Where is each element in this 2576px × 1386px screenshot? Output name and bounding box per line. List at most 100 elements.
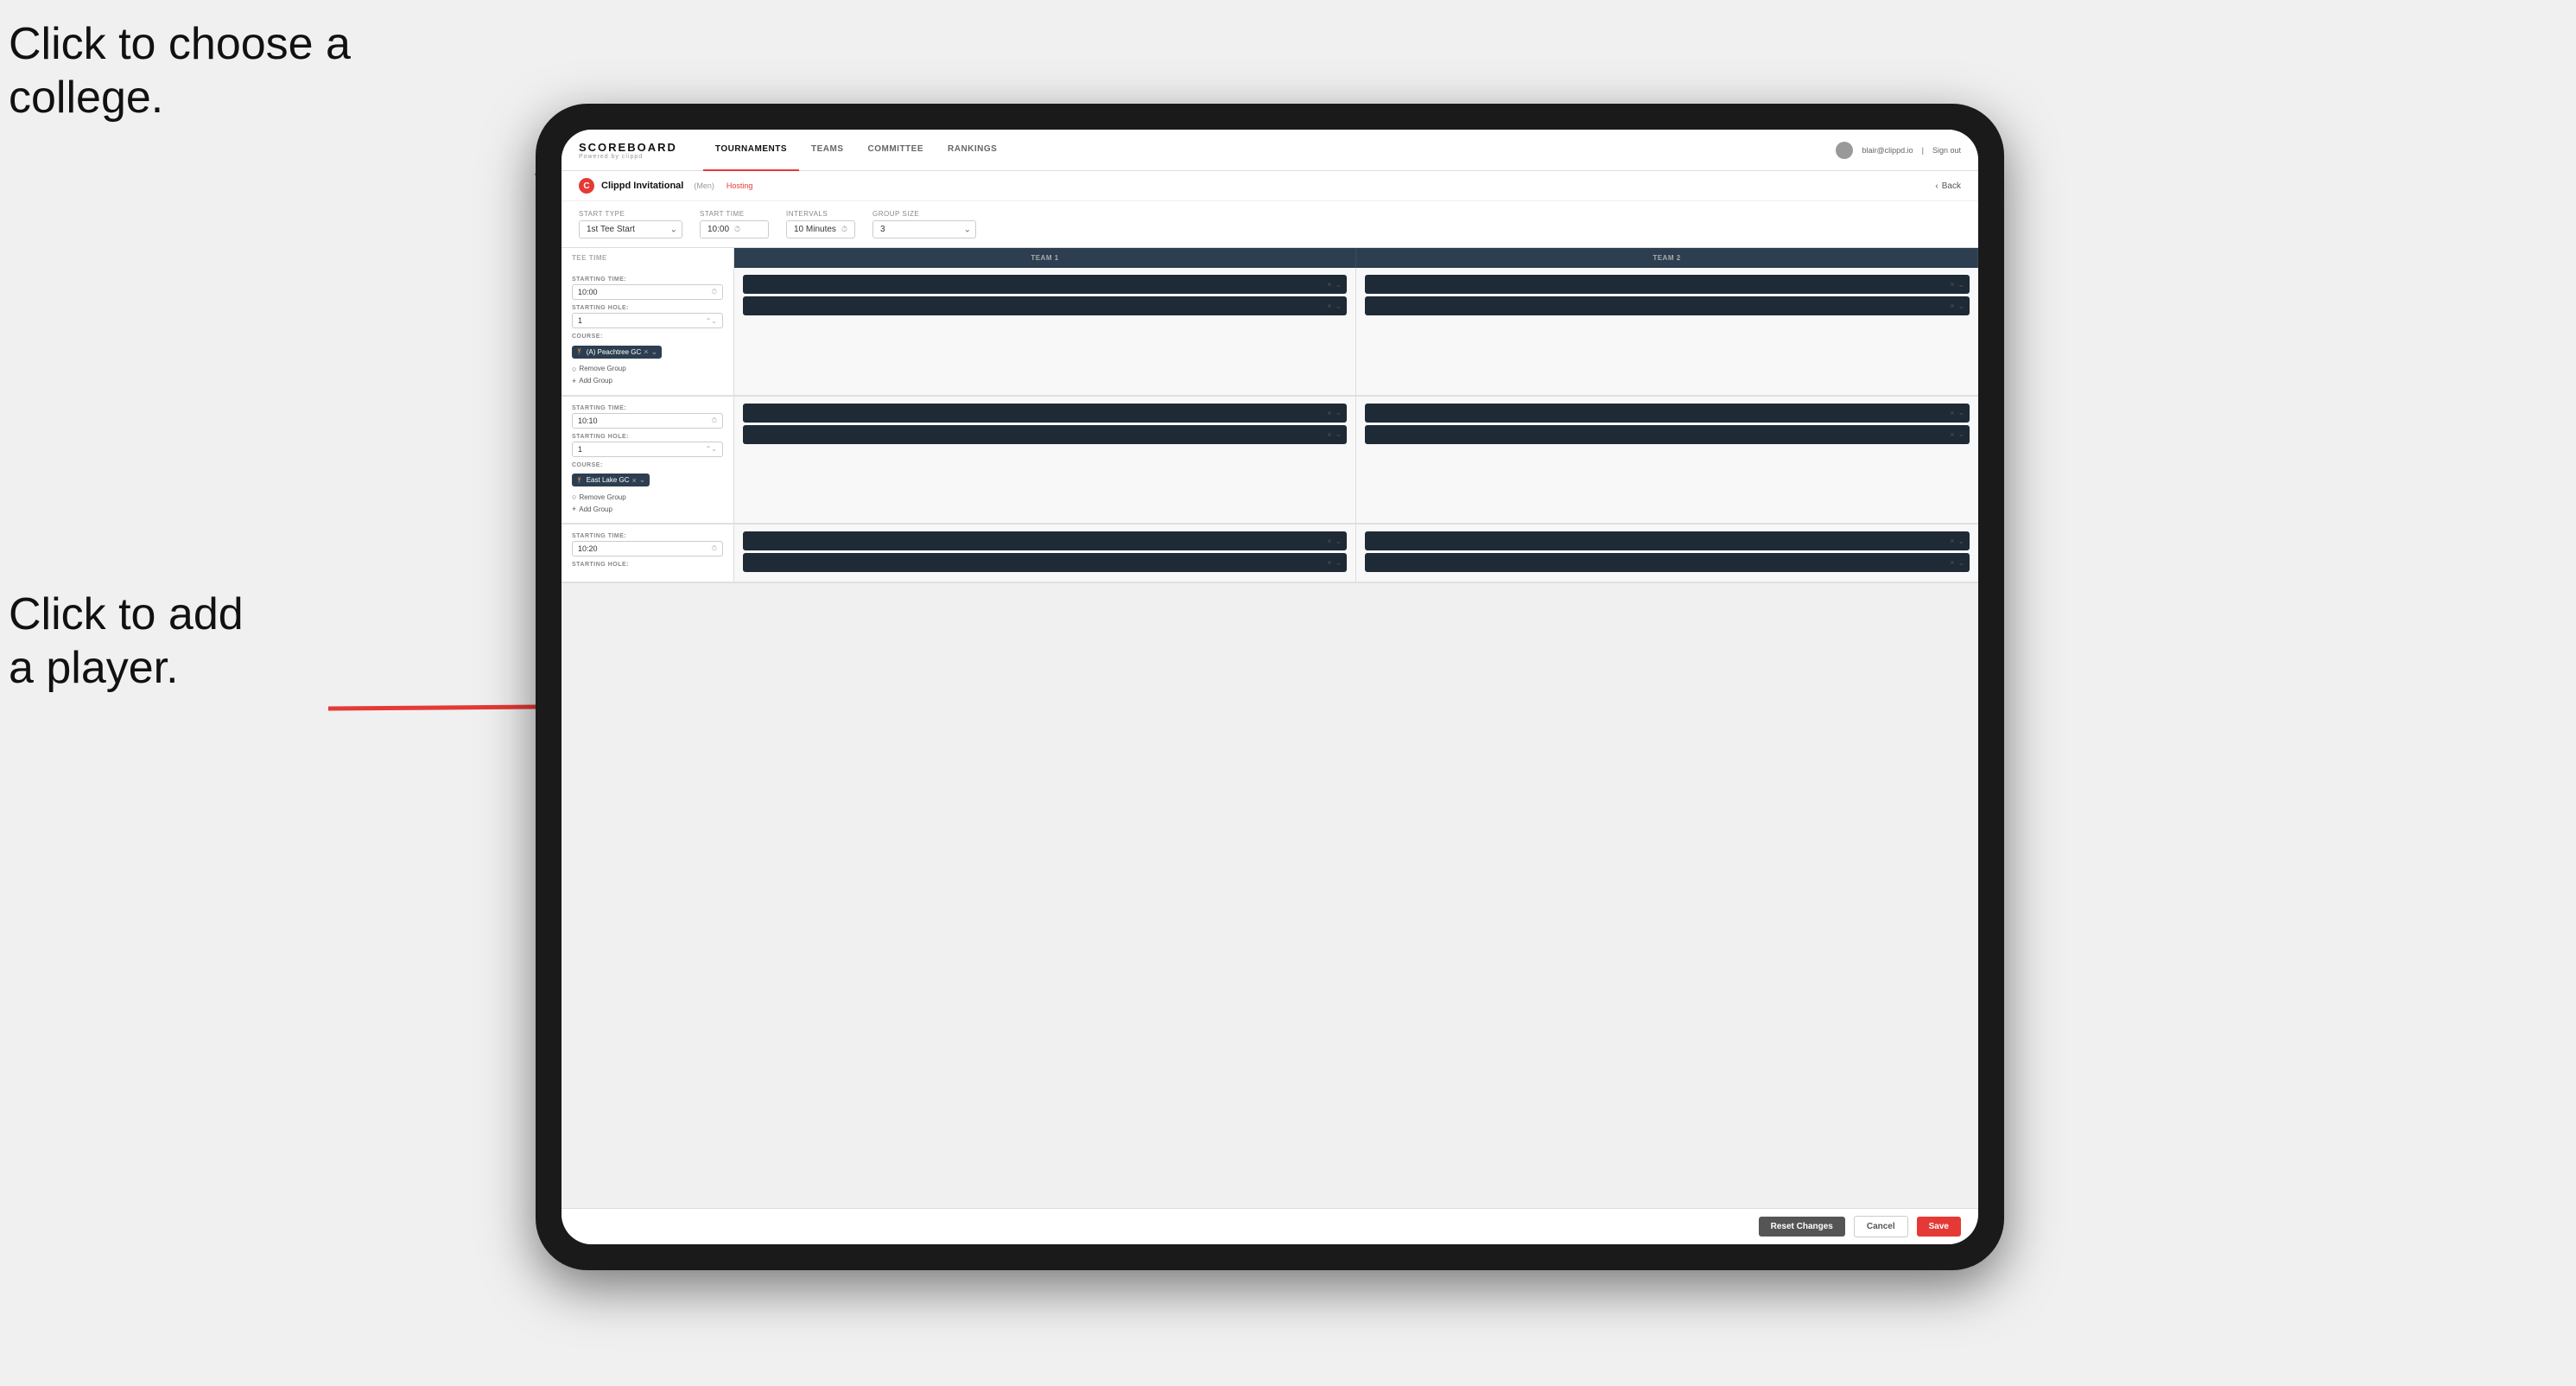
- slot-x-icon[interactable]: ×: [1950, 558, 1954, 567]
- user-email: blair@clippd.io: [1862, 146, 1913, 155]
- course-remove-0[interactable]: ×: [644, 347, 648, 356]
- starting-hole-value-1[interactable]: 1 ⌃⌄: [572, 442, 723, 457]
- slot-x-icon[interactable]: ×: [1950, 409, 1954, 417]
- starting-time-label-2: STARTING TIME:: [572, 533, 723, 539]
- slot-chevron-icon[interactable]: ⌄: [1957, 537, 1964, 546]
- slot-x-icon[interactable]: ×: [1327, 537, 1331, 545]
- col-header-team1: Team 1: [734, 248, 1356, 268]
- reset-changes-button[interactable]: Reset Changes: [1759, 1217, 1845, 1237]
- starting-time-value-1[interactable]: 10:10 ⏱: [572, 413, 723, 429]
- start-time-label: Start Time: [700, 210, 769, 218]
- slot-x-icon[interactable]: ×: [1950, 280, 1954, 289]
- intervals-value: 10 Minutes: [794, 225, 836, 234]
- nav-tab-teams[interactable]: TEAMS: [799, 130, 856, 171]
- player-slot-t1-2-0[interactable]: × ⌄: [743, 531, 1347, 550]
- annotation-line1: Click to choose a: [9, 19, 351, 69]
- course-name-0: (A) Peachtree GC: [587, 348, 642, 356]
- player-slot-t2-0-0[interactable]: × ⌄: [1365, 275, 1970, 294]
- player-slot-t1-1-1[interactable]: × ⌄: [743, 425, 1347, 444]
- cancel-button[interactable]: Cancel: [1854, 1216, 1908, 1237]
- add-icon-1: +: [572, 505, 576, 513]
- add-group-btn-1[interactable]: + Add Group: [572, 504, 723, 514]
- remove-icon-0: ○: [572, 365, 576, 373]
- slot-chevron-icon[interactable]: ⌄: [1335, 302, 1342, 311]
- course-tag-0[interactable]: 🏌 (A) Peachtree GC × ⌄: [572, 346, 662, 359]
- player-slot-t2-1-0[interactable]: × ⌄: [1365, 404, 1970, 423]
- player-slot-t1-1-0[interactable]: × ⌄: [743, 404, 1347, 423]
- nav-tab-rankings[interactable]: RANKINGS: [936, 130, 1009, 171]
- group-size-select-wrapper[interactable]: 3: [872, 220, 976, 238]
- slot-chevron-icon[interactable]: ⌄: [1335, 280, 1342, 289]
- team2-col-2: × ⌄ × ⌄: [1356, 525, 1978, 582]
- course-tag-1[interactable]: 🏌 East Lake GC × ⌄: [572, 474, 650, 486]
- hole-arrows-1: ⌃⌄: [706, 445, 717, 453]
- group-size-select[interactable]: 3: [872, 220, 976, 238]
- form-controls: Start Type 1st Tee Start Start Time 10:0…: [562, 201, 1978, 248]
- intervals-input[interactable]: 10 Minutes ⏱: [786, 220, 855, 238]
- nav-tab-committee[interactable]: COMMITTEE: [856, 130, 936, 171]
- team2-col-1: × ⌄ × ⌄: [1356, 397, 1978, 524]
- course-chevron-1[interactable]: ⌄: [639, 475, 646, 485]
- course-chevron-0[interactable]: ⌄: [651, 347, 658, 357]
- player-slot-t1-0-1[interactable]: × ⌄: [743, 296, 1347, 315]
- player-slot-t2-1-1[interactable]: × ⌄: [1365, 425, 1970, 444]
- logo-area: SCOREBOARD Powered by clippd: [579, 141, 677, 160]
- clippd-logo-icon: C: [579, 178, 594, 194]
- add-group-btn-0[interactable]: + Add Group: [572, 376, 723, 386]
- tablet-screen: SCOREBOARD Powered by clippd TOURNAMENTS…: [562, 130, 1978, 1244]
- slot-chevron-icon[interactable]: ⌄: [1957, 429, 1964, 439]
- player-slot-t2-2-0[interactable]: × ⌄: [1365, 531, 1970, 550]
- slot-x-icon[interactable]: ×: [1327, 430, 1331, 439]
- nav-tab-tournaments[interactable]: TOURNAMENTS: [703, 130, 799, 171]
- remove-group-btn-1[interactable]: ○ Remove Group: [572, 492, 723, 502]
- slot-x-icon[interactable]: ×: [1950, 537, 1954, 545]
- slot-x-icon[interactable]: ×: [1327, 558, 1331, 567]
- slot-x-icon[interactable]: ×: [1327, 280, 1331, 289]
- starting-hole-value-0[interactable]: 1 ⌃⌄: [572, 313, 723, 328]
- breadcrumb-area: C Clippd Invitational (Men) Hosting: [579, 178, 752, 194]
- starting-time-value-2[interactable]: 10:20 ⏱: [572, 541, 723, 556]
- time-icon-0: ⏱: [712, 288, 717, 296]
- course-icon-0: 🏌: [576, 348, 584, 355]
- col-header-team2: Team 2: [1356, 248, 1978, 268]
- save-button[interactable]: Save: [1917, 1217, 1961, 1237]
- player-slot-t1-2-1[interactable]: × ⌄: [743, 553, 1347, 572]
- start-type-label: Start Type: [579, 210, 682, 218]
- slot-chevron-icon[interactable]: ⌄: [1957, 558, 1964, 568]
- course-remove-1[interactable]: ×: [632, 476, 637, 485]
- slot-x-icon[interactable]: ×: [1950, 430, 1954, 439]
- starting-time-value-0[interactable]: 10:00 ⏱: [572, 284, 723, 300]
- annotation-line3: Click to add: [9, 589, 244, 639]
- slot-chevron-icon[interactable]: ⌄: [1957, 280, 1964, 289]
- slot-x-icon[interactable]: ×: [1327, 302, 1331, 310]
- slot-chevron-icon[interactable]: ⌄: [1335, 408, 1342, 417]
- player-slot-t2-0-1[interactable]: × ⌄: [1365, 296, 1970, 315]
- logo-text: SCOREBOARD: [579, 141, 677, 154]
- slot-chevron-icon[interactable]: ⌄: [1957, 408, 1964, 417]
- sign-out-link[interactable]: Sign out: [1932, 146, 1961, 155]
- tournament-tag: (Men): [694, 181, 714, 190]
- start-type-select[interactable]: 1st Tee Start: [579, 220, 682, 238]
- slot-chevron-icon[interactable]: ⌄: [1335, 429, 1342, 439]
- player-slot-t2-2-1[interactable]: × ⌄: [1365, 553, 1970, 572]
- back-label: Back: [1942, 181, 1961, 191]
- slot-x-icon[interactable]: ×: [1327, 409, 1331, 417]
- nav-tabs: TOURNAMENTS TEAMS COMMITTEE RANKINGS: [703, 130, 1837, 171]
- slot-chevron-icon[interactable]: ⌄: [1335, 537, 1342, 546]
- slot-chevron-icon[interactable]: ⌄: [1957, 302, 1964, 311]
- back-button[interactable]: ‹ Back: [1935, 181, 1961, 191]
- tee-left-0: STARTING TIME: 10:00 ⏱ STARTING HOLE: 1 …: [562, 268, 734, 395]
- slot-x-icon[interactable]: ×: [1950, 302, 1954, 310]
- back-chevron-icon: ‹: [1935, 181, 1938, 191]
- app-footer: Reset Changes Cancel Save: [562, 1208, 1978, 1244]
- slot-chevron-icon[interactable]: ⌄: [1335, 558, 1342, 568]
- starting-time-label-1: STARTING TIME:: [572, 405, 723, 411]
- remove-group-btn-0[interactable]: ○ Remove Group: [572, 364, 723, 374]
- team1-col-1: × ⌄ × ⌄: [734, 397, 1356, 524]
- start-type-select-wrapper[interactable]: 1st Tee Start: [579, 220, 682, 238]
- start-time-input[interactable]: 10:00 ⏱: [700, 220, 769, 238]
- annotation-choose-college: Click to choose a college.: [9, 17, 351, 125]
- team1-col-0: × ⌄ × ⌄: [734, 268, 1356, 395]
- player-slot-t1-0-0[interactable]: × ⌄: [743, 275, 1347, 294]
- clock-icon: ⏱: [734, 225, 740, 234]
